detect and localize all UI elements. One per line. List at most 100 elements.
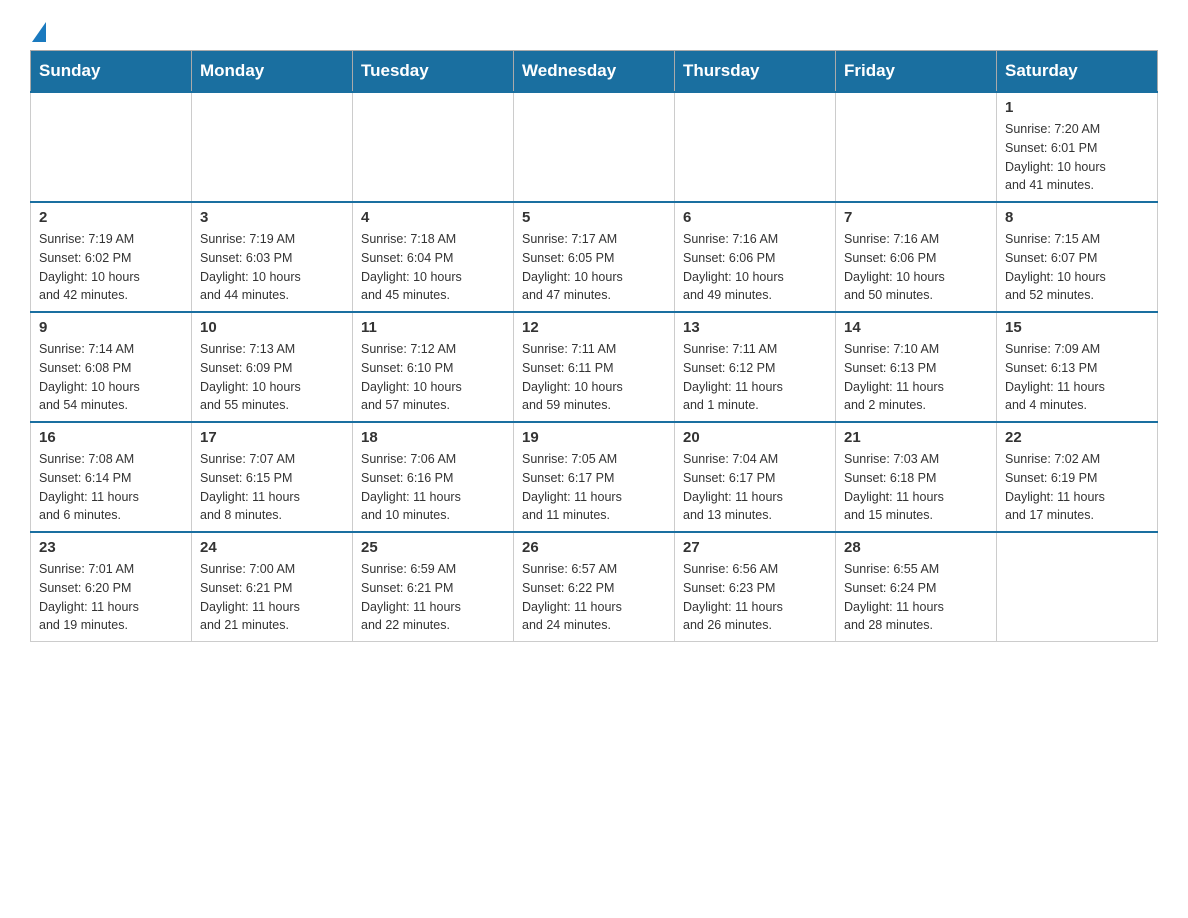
day-number: 11 [361,319,505,336]
day-info: Sunrise: 7:18 AM Sunset: 6:04 PM Dayligh… [361,230,505,305]
day-number: 23 [39,539,183,556]
table-row: 27 Sunrise: 6:56 AM Sunset: 6:23 PM Dayli… [675,532,836,642]
calendar-week-row: 23 Sunrise: 7:01 AM Sunset: 6:20 PM Dayli… [31,532,1158,642]
day-number: 26 [522,539,666,556]
weekday-header-row: Sunday Monday Tuesday Wednesday Thursday… [31,51,1158,93]
table-row: 1Sunrise: 7:20 AM Sunset: 6:01 PM Daylig… [997,92,1158,202]
table-row: 19 Sunrise: 7:05 AM Sunset: 6:17 PM Dayli… [514,422,675,532]
table-row: 9Sunrise: 7:14 AM Sunset: 6:08 PM Daylig… [31,312,192,422]
header-sunday: Sunday [31,51,192,93]
day-number: 14 [844,319,988,336]
header-friday: Friday [836,51,997,93]
table-row: 3 Sunrise: 7:19 AM Sunset: 6:03 PM Daylig… [192,202,353,312]
day-info: Sunrise: 7:20 AM Sunset: 6:01 PM Dayligh… [1005,120,1149,195]
table-row: 15 Sunrise: 7:09 AM Sunset: 6:13 PM Dayli… [997,312,1158,422]
day-info: Sunrise: 7:09 AM Sunset: 6:13 PM Dayligh… [1005,340,1149,415]
table-row: 21Sunrise: 7:03 AM Sunset: 6:18 PM Dayli… [836,422,997,532]
day-number: 20 [683,429,827,446]
page-header [30,20,1158,40]
table-row [192,92,353,202]
table-row: 26 Sunrise: 6:57 AM Sunset: 6:22 PM Dayli… [514,532,675,642]
calendar-week-row: 16 Sunrise: 7:08 AM Sunset: 6:14 PM Dayli… [31,422,1158,532]
header-monday: Monday [192,51,353,93]
day-number: 6 [683,209,827,226]
table-row: 4 Sunrise: 7:18 AM Sunset: 6:04 PM Daylig… [353,202,514,312]
table-row: 7Sunrise: 7:16 AM Sunset: 6:06 PM Daylig… [836,202,997,312]
day-number: 22 [1005,429,1149,446]
table-row: 28 Sunrise: 6:55 AM Sunset: 6:24 PM Dayli… [836,532,997,642]
logo-triangle-icon [32,22,46,42]
day-number: 27 [683,539,827,556]
logo [30,20,48,40]
day-info: Sunrise: 6:56 AM Sunset: 6:23 PM Dayligh… [683,560,827,635]
table-row: 17Sunrise: 7:07 AM Sunset: 6:15 PM Dayli… [192,422,353,532]
table-row [675,92,836,202]
table-row: 16 Sunrise: 7:08 AM Sunset: 6:14 PM Dayli… [31,422,192,532]
day-info: Sunrise: 7:01 AM Sunset: 6:20 PM Dayligh… [39,560,183,635]
day-info: Sunrise: 7:12 AM Sunset: 6:10 PM Dayligh… [361,340,505,415]
table-row: 11 Sunrise: 7:12 AM Sunset: 6:10 PM Dayli… [353,312,514,422]
day-number: 4 [361,209,505,226]
day-number: 12 [522,319,666,336]
day-info: Sunrise: 6:55 AM Sunset: 6:24 PM Dayligh… [844,560,988,635]
day-info: Sunrise: 7:11 AM Sunset: 6:12 PM Dayligh… [683,340,827,415]
day-number: 10 [200,319,344,336]
day-info: Sunrise: 7:11 AM Sunset: 6:11 PM Dayligh… [522,340,666,415]
day-number: 2 [39,209,183,226]
table-row [353,92,514,202]
table-row: 6Sunrise: 7:16 AM Sunset: 6:06 PM Daylig… [675,202,836,312]
day-number: 9 [39,319,183,336]
day-number: 15 [1005,319,1149,336]
day-info: Sunrise: 7:03 AM Sunset: 6:18 PM Dayligh… [844,450,988,525]
table-row [997,532,1158,642]
day-info: Sunrise: 7:00 AM Sunset: 6:21 PM Dayligh… [200,560,344,635]
day-info: Sunrise: 7:07 AM Sunset: 6:15 PM Dayligh… [200,450,344,525]
table-row: 13 Sunrise: 7:11 AM Sunset: 6:12 PM Dayli… [675,312,836,422]
table-row [31,92,192,202]
header-thursday: Thursday [675,51,836,93]
day-number: 8 [1005,209,1149,226]
day-info: Sunrise: 7:15 AM Sunset: 6:07 PM Dayligh… [1005,230,1149,305]
day-number: 5 [522,209,666,226]
header-saturday: Saturday [997,51,1158,93]
day-info: Sunrise: 7:17 AM Sunset: 6:05 PM Dayligh… [522,230,666,305]
day-info: Sunrise: 7:19 AM Sunset: 6:03 PM Dayligh… [200,230,344,305]
day-info: Sunrise: 7:13 AM Sunset: 6:09 PM Dayligh… [200,340,344,415]
table-row [836,92,997,202]
table-row [514,92,675,202]
calendar-week-row: 9Sunrise: 7:14 AM Sunset: 6:08 PM Daylig… [31,312,1158,422]
day-number: 18 [361,429,505,446]
day-info: Sunrise: 7:16 AM Sunset: 6:06 PM Dayligh… [844,230,988,305]
table-row: 10 Sunrise: 7:13 AM Sunset: 6:09 PM Dayli… [192,312,353,422]
table-row: 8 Sunrise: 7:15 AM Sunset: 6:07 PM Daylig… [997,202,1158,312]
day-info: Sunrise: 7:08 AM Sunset: 6:14 PM Dayligh… [39,450,183,525]
table-row: 14 Sunrise: 7:10 AM Sunset: 6:13 PM Dayli… [836,312,997,422]
day-info: Sunrise: 7:10 AM Sunset: 6:13 PM Dayligh… [844,340,988,415]
day-info: Sunrise: 6:59 AM Sunset: 6:21 PM Dayligh… [361,560,505,635]
day-info: Sunrise: 7:05 AM Sunset: 6:17 PM Dayligh… [522,450,666,525]
day-info: Sunrise: 7:04 AM Sunset: 6:17 PM Dayligh… [683,450,827,525]
day-number: 16 [39,429,183,446]
table-row: 25Sunrise: 6:59 AM Sunset: 6:21 PM Dayli… [353,532,514,642]
day-number: 13 [683,319,827,336]
calendar-week-row: 2 Sunrise: 7:19 AM Sunset: 6:02 PM Daylig… [31,202,1158,312]
day-info: Sunrise: 7:06 AM Sunset: 6:16 PM Dayligh… [361,450,505,525]
table-row: 18 Sunrise: 7:06 AM Sunset: 6:16 PM Dayli… [353,422,514,532]
day-number: 3 [200,209,344,226]
table-row: 20 Sunrise: 7:04 AM Sunset: 6:17 PM Dayli… [675,422,836,532]
table-row: 2 Sunrise: 7:19 AM Sunset: 6:02 PM Daylig… [31,202,192,312]
day-info: Sunrise: 7:02 AM Sunset: 6:19 PM Dayligh… [1005,450,1149,525]
day-number: 24 [200,539,344,556]
table-row: 24 Sunrise: 7:00 AM Sunset: 6:21 PM Dayli… [192,532,353,642]
day-number: 28 [844,539,988,556]
table-row: 22 Sunrise: 7:02 AM Sunset: 6:19 PM Dayli… [997,422,1158,532]
day-info: Sunrise: 6:57 AM Sunset: 6:22 PM Dayligh… [522,560,666,635]
header-tuesday: Tuesday [353,51,514,93]
calendar-table: Sunday Monday Tuesday Wednesday Thursday… [30,50,1158,642]
table-row: 12 Sunrise: 7:11 AM Sunset: 6:11 PM Dayli… [514,312,675,422]
header-wednesday: Wednesday [514,51,675,93]
table-row: 23 Sunrise: 7:01 AM Sunset: 6:20 PM Dayli… [31,532,192,642]
day-info: Sunrise: 7:19 AM Sunset: 6:02 PM Dayligh… [39,230,183,305]
day-number: 19 [522,429,666,446]
table-row: 5 Sunrise: 7:17 AM Sunset: 6:05 PM Daylig… [514,202,675,312]
